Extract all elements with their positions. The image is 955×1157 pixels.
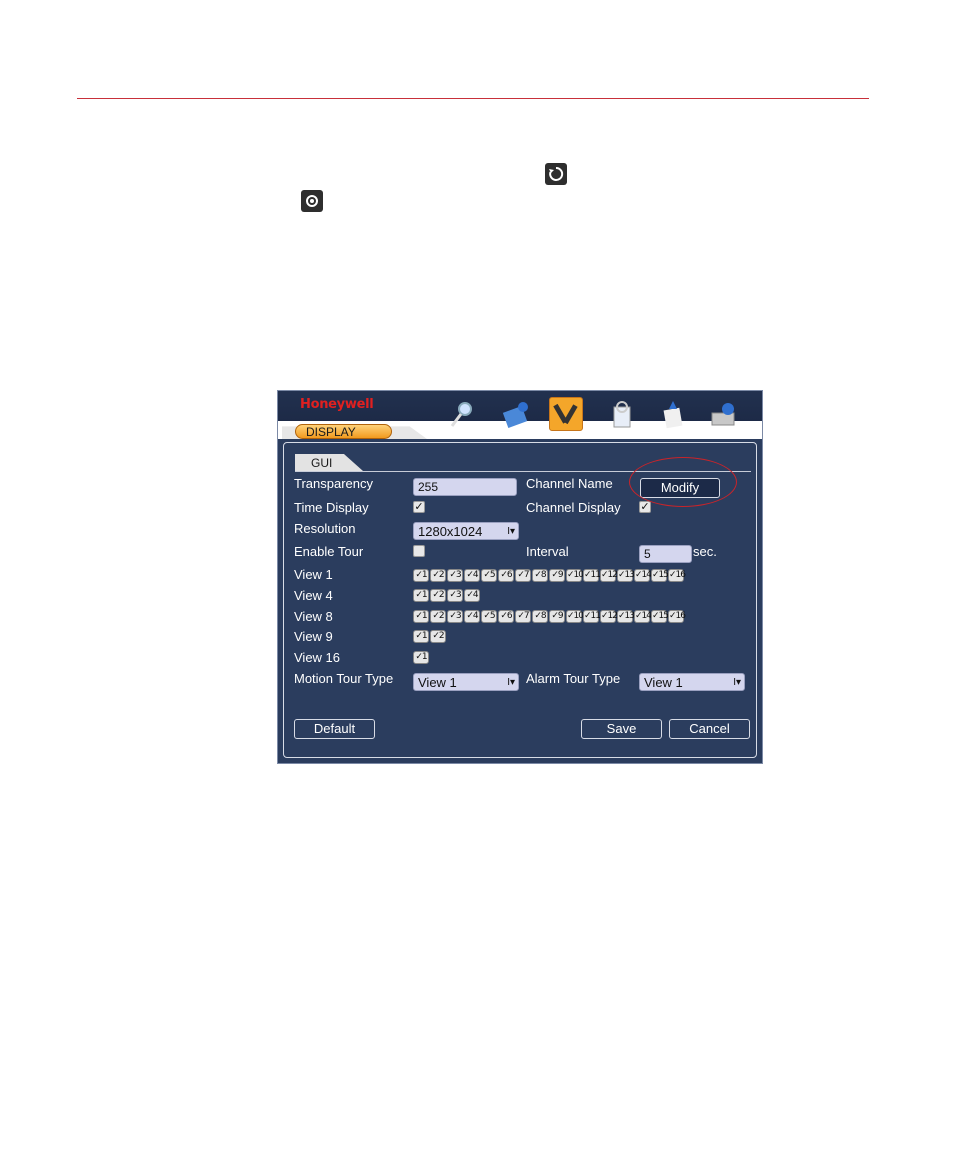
channel-checkbox[interactable]: ✓11	[583, 610, 601, 623]
channel-checkbox[interactable]: ✓2	[430, 589, 446, 602]
channel-checkbox[interactable]: ✓11	[583, 569, 601, 582]
resolution-select[interactable]: 1280x1024 I▾	[413, 522, 519, 540]
transparency-label: Transparency	[294, 476, 373, 491]
alarm-tour-type-label: Alarm Tour Type	[526, 671, 621, 686]
chevron-down-icon: I▾	[507, 526, 515, 537]
channel-checkbox[interactable]: ✓1	[413, 651, 429, 664]
view-9-label: View 9	[294, 629, 333, 644]
channel-checkbox[interactable]: ✓2	[430, 630, 446, 643]
view-16-channels: ✓1	[413, 651, 429, 664]
time-display-label: Time Display	[294, 500, 369, 515]
view-8-label: View 8	[294, 609, 333, 624]
interval-input[interactable]: 5	[639, 545, 692, 563]
view-1-channels: ✓1 ✓2 ✓3 ✓4 ✓5 ✓6 ✓7 ✓8 ✓9 ✓10 ✓11 ✓12 ✓13 ✓14 ✓15 ✓16	[413, 569, 686, 582]
channel-checkbox[interactable]: ✓10	[566, 569, 584, 582]
channel-checkbox[interactable]: ✓15	[651, 569, 669, 582]
backup-icon[interactable]	[655, 397, 689, 431]
channel-checkbox[interactable]: ✓13	[617, 610, 635, 623]
channel-checkbox[interactable]: ✓4	[464, 589, 480, 602]
enable-tour-checkbox[interactable]	[413, 545, 425, 557]
shutdown-icon[interactable]	[706, 397, 740, 431]
setting-icon[interactable]	[549, 397, 583, 431]
channel-checkbox[interactable]: ✓3	[447, 569, 463, 582]
channel-checkbox[interactable]: ✓6	[498, 569, 514, 582]
enable-tour-label: Enable Tour	[294, 544, 364, 559]
tab-display[interactable]: DISPLAY	[295, 424, 392, 439]
channel-display-label: Channel Display	[526, 500, 621, 515]
view-8-channels: ✓1 ✓2 ✓3 ✓4 ✓5 ✓6 ✓7 ✓8 ✓9 ✓10 ✓11 ✓12 ✓13 ✓14 ✓15 ✓16	[413, 610, 686, 623]
view-4-channels: ✓1 ✓2 ✓3 ✓4	[413, 589, 480, 602]
highlight-annotation	[629, 457, 737, 507]
channel-checkbox[interactable]: ✓1	[413, 569, 429, 582]
channel-checkbox[interactable]: ✓5	[481, 610, 497, 623]
channel-checkbox[interactable]: ✓12	[600, 610, 618, 623]
channel-checkbox[interactable]: ✓15	[651, 610, 669, 623]
channel-checkbox[interactable]: ✓9	[549, 569, 565, 582]
refresh-alt-icon	[301, 190, 323, 212]
search-icon[interactable]	[445, 397, 479, 431]
time-display-checkbox[interactable]: ✓	[413, 501, 425, 513]
channel-checkbox[interactable]: ✓2	[430, 610, 446, 623]
channel-checkbox[interactable]: ✓14	[634, 569, 652, 582]
view-9-channels: ✓1 ✓2	[413, 630, 446, 643]
channel-checkbox[interactable]: ✓8	[532, 569, 548, 582]
chevron-down-icon: I▾	[507, 677, 515, 688]
channel-display-checkbox[interactable]: ✓	[639, 501, 651, 513]
transparency-input[interactable]: 255	[413, 478, 517, 496]
brand-logo: Honeywell	[300, 397, 374, 412]
channel-checkbox[interactable]: ✓14	[634, 610, 652, 623]
motion-tour-type-value: View 1	[418, 675, 457, 690]
resolution-label: Resolution	[294, 521, 356, 536]
channel-checkbox[interactable]: ✓1	[413, 610, 429, 623]
channel-checkbox[interactable]: ✓4	[464, 610, 480, 623]
view-4-label: View 4	[294, 588, 333, 603]
chevron-down-icon: I▾	[733, 677, 741, 688]
channel-checkbox[interactable]: ✓3	[447, 589, 463, 602]
channel-checkbox[interactable]: ✓6	[498, 610, 514, 623]
channel-checkbox[interactable]: ✓2	[430, 569, 446, 582]
default-button[interactable]: Default	[294, 719, 375, 739]
channel-checkbox[interactable]: ✓1	[413, 589, 429, 602]
save-button[interactable]: Save	[581, 719, 662, 739]
channel-checkbox[interactable]: ✓1	[413, 630, 429, 643]
tab-gui[interactable]: GUI	[295, 454, 363, 471]
motion-tour-type-select[interactable]: View 1 I▾	[413, 673, 519, 691]
channel-name-label: Channel Name	[526, 476, 613, 491]
header-rule	[77, 98, 869, 99]
dvr-window: Honeywell DISPLAY GUI Transparency 255 C…	[277, 390, 763, 764]
refresh-icon	[545, 163, 567, 185]
channel-checkbox[interactable]: ✓7	[515, 610, 531, 623]
motion-tour-type-label: Motion Tour Type	[294, 671, 394, 686]
channel-checkbox[interactable]: ✓13	[617, 569, 635, 582]
channel-checkbox[interactable]: ✓4	[464, 569, 480, 582]
channel-checkbox[interactable]: ✓16	[668, 569, 686, 582]
channel-checkbox[interactable]: ✓9	[549, 610, 565, 623]
interval-unit: sec.	[693, 544, 717, 559]
view-16-label: View 16	[294, 650, 341, 665]
channel-checkbox[interactable]: ✓8	[532, 610, 548, 623]
channel-checkbox[interactable]: ✓3	[447, 610, 463, 623]
cancel-button[interactable]: Cancel	[669, 719, 750, 739]
channel-checkbox[interactable]: ✓10	[566, 610, 584, 623]
resolution-value: 1280x1024	[418, 524, 483, 539]
channel-checkbox[interactable]: ✓5	[481, 569, 497, 582]
channel-checkbox[interactable]: ✓16	[668, 610, 686, 623]
advanced-icon[interactable]	[605, 397, 639, 431]
info-icon[interactable]	[499, 397, 533, 431]
view-1-label: View 1	[294, 567, 333, 582]
alarm-tour-type-select[interactable]: View 1 I▾	[639, 673, 745, 691]
interval-label: Interval	[526, 544, 569, 559]
channel-checkbox[interactable]: ✓7	[515, 569, 531, 582]
channel-checkbox[interactable]: ✓12	[600, 569, 618, 582]
alarm-tour-type-value: View 1	[644, 675, 683, 690]
